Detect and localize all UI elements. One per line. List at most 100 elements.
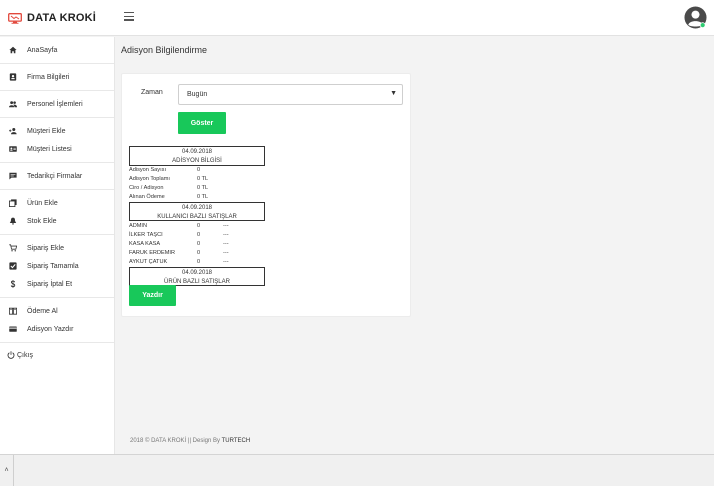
sidebar: AnaSayfa Firma Bilgileri Personel İşleml… (0, 37, 115, 454)
sidebar-item-label: Sipariş İptal Et (27, 280, 73, 288)
table-row: İLKER TAŞCI 0 --- (129, 230, 229, 239)
sidebar-group-odeme: Ödeme Al Adisyon Yazdır (0, 298, 114, 343)
sidebar-item-stok-ekle[interactable]: Stok Ekle (0, 212, 114, 230)
sidebar-item-label: Tedarikçi Firmalar (27, 172, 83, 180)
user-avatar-icon[interactable] (684, 6, 707, 29)
user-count: 0 (197, 240, 201, 247)
table-row: ADMIN 0 --- (129, 221, 229, 230)
sidebar-item-label: Müşteri Ekle (27, 127, 66, 135)
dollar-icon (8, 280, 17, 289)
address-card-icon (8, 145, 17, 154)
sidebar-item-siparis-iptal-et[interactable]: Sipariş İptal Et (0, 275, 114, 293)
sidebar-item-musteri-listesi[interactable]: Müşteri Listesi (0, 140, 114, 158)
kullanici-date: 04.09.2018 (181, 205, 213, 211)
users-icon (8, 100, 17, 109)
row-value: 0 TL (197, 184, 209, 191)
user-count: 0 (197, 259, 201, 266)
sidebar-group-home: AnaSayfa (0, 37, 114, 64)
sidebar-item-label: Adisyon Yazdır (27, 325, 74, 333)
adisyon-header-box: 04.09.2018 ADİSYON BİLGİSİ (129, 146, 265, 166)
brand[interactable]: DATA KROKİ (0, 0, 115, 36)
sidebar-item-siparis-ekle[interactable]: Sipariş Ekle (0, 239, 114, 257)
credit-card-icon (8, 325, 17, 334)
sidebar-item-musteri-ekle[interactable]: Müşteri Ekle (0, 122, 114, 140)
brand-name: DATA KROKİ (27, 12, 97, 24)
adisyon-date: 04.09.2018 (181, 149, 213, 155)
sidebar-item-personel-islemleri[interactable]: Personel İşlemleri (0, 95, 114, 113)
user-amount: --- (223, 250, 229, 257)
table-row: FARUK ERDEMIR 0 --- (129, 249, 229, 258)
sidebar-item-label: Ödeme Al (27, 307, 58, 315)
sidebar-item-siparis-tamamla[interactable]: Sipariş Tamamla (0, 257, 114, 275)
sidebar-item-label: Müşteri Listesi (27, 145, 72, 153)
row-value: 0 (197, 166, 201, 173)
user-name: FARUK ERDEMIR (129, 250, 175, 257)
user-amount: --- (223, 222, 229, 229)
sidebar-group-musteri: Müşteri Ekle Müşteri Listesi (0, 118, 114, 163)
row-label: Ciro / Adisyon (129, 184, 164, 191)
goster-button[interactable]: Göster (178, 112, 226, 134)
check-square-icon (8, 262, 17, 271)
report-card: Zaman Bugün ▼ Göster 04.09.2018 ADİSYON … (121, 73, 411, 317)
monitor-icon (8, 12, 22, 24)
table-row: KASA KASA 0 --- (129, 239, 229, 248)
sidebar-item-adisyon-yazdir[interactable]: Adisyon Yazdır (0, 320, 114, 338)
hamburger-icon[interactable] (124, 12, 134, 21)
home-icon (8, 46, 17, 55)
row-label: Alınan Ödeme (129, 194, 165, 201)
zaman-select[interactable]: Bugün ▼ (178, 84, 403, 105)
sidebar-group-siparis: Sipariş Ekle Sipariş Tamamla Sipariş İpt… (0, 235, 114, 298)
user-name: İLKER TAŞCI (129, 231, 163, 238)
bell-icon (8, 217, 17, 226)
kullanici-rows: ADMIN 0 --- İLKER TAŞCI 0 --- KASA KASA 0 --- … (129, 221, 229, 267)
row-label: Adisyon Sayısı (129, 166, 166, 173)
table-row: Adisyon Toplamı 0 TL (129, 174, 208, 183)
sidebar-item-tedarikci-firmalar[interactable]: Tedarikçi Firmalar (0, 167, 114, 185)
sidebar-item-firma-bilgileri[interactable]: Firma Bilgileri (0, 68, 114, 86)
user-plus-icon (8, 127, 17, 136)
id-card-icon (8, 73, 17, 82)
user-name: KASA KASA (129, 240, 161, 247)
message-icon (8, 172, 17, 181)
user-count: 0 (197, 231, 201, 238)
user-name: AYKUT ÇATUK (129, 259, 168, 266)
sidebar-item-urun-ekle[interactable]: Ürün Ekle (0, 194, 114, 212)
user-name: ADMIN (129, 222, 148, 229)
row-value: 0 TL (197, 194, 209, 201)
sidebar-item-odeme-al[interactable]: Ödeme Al (0, 302, 114, 320)
sidebar-item-label: Personel İşlemleri (27, 100, 83, 108)
zaman-label: Zaman (141, 89, 163, 96)
page-title: Adisyon Bilgilendirme (121, 45, 208, 55)
sidebar-item-label: Stok Ekle (27, 217, 57, 225)
caret-up-icon[interactable]: ˄ (0, 455, 14, 486)
user-amount: --- (223, 240, 229, 247)
sidebar-group-personel: Personel İşlemleri (0, 91, 114, 118)
table-row: AYKUT ÇATUK 0 --- (129, 258, 229, 267)
book-icon (8, 307, 17, 316)
yazdir-button[interactable]: Yazdır (129, 285, 176, 306)
footer-author[interactable]: TURTECH (222, 438, 251, 444)
top-bar: DATA KROKİ (0, 0, 714, 36)
kullanici-header-box: 04.09.2018 KULLANICI BAZLI SATIŞLAR (129, 202, 265, 221)
sidebar-item-label: AnaSayfa (27, 46, 58, 54)
user-amount: --- (223, 231, 229, 238)
user-count: 0 (197, 250, 201, 257)
row-label: Adisyon Toplamı (129, 175, 170, 182)
footer-text: 2018 © DATA KROKİ || Design By (130, 438, 221, 444)
user-count: 0 (197, 222, 201, 229)
row-value: 0 TL (197, 175, 209, 182)
bottom-bar: ˄ (0, 454, 714, 486)
sidebar-group-firma: Firma Bilgileri (0, 64, 114, 91)
user-amount: --- (223, 259, 229, 266)
caret-down-icon: ▼ (390, 90, 397, 97)
logout-button[interactable]: Çıkış (0, 347, 114, 363)
copy-icon (8, 199, 17, 208)
sidebar-group-tedarikci: Tedarikçi Firmalar (0, 163, 114, 190)
sidebar-item-label: Ürün Ekle (27, 199, 58, 207)
sidebar-item-label: Firma Bilgileri (27, 73, 70, 81)
sidebar-group-urun: Ürün Ekle Stok Ekle (0, 190, 114, 235)
urun-header-box: 04.09.2018 ÜRÜN BAZLI SATIŞLAR (129, 267, 265, 286)
zaman-select-value: Bugün (187, 91, 208, 98)
sidebar-item-label: Sipariş Tamamla (27, 262, 79, 270)
sidebar-item-anasayfa[interactable]: AnaSayfa (0, 41, 114, 59)
